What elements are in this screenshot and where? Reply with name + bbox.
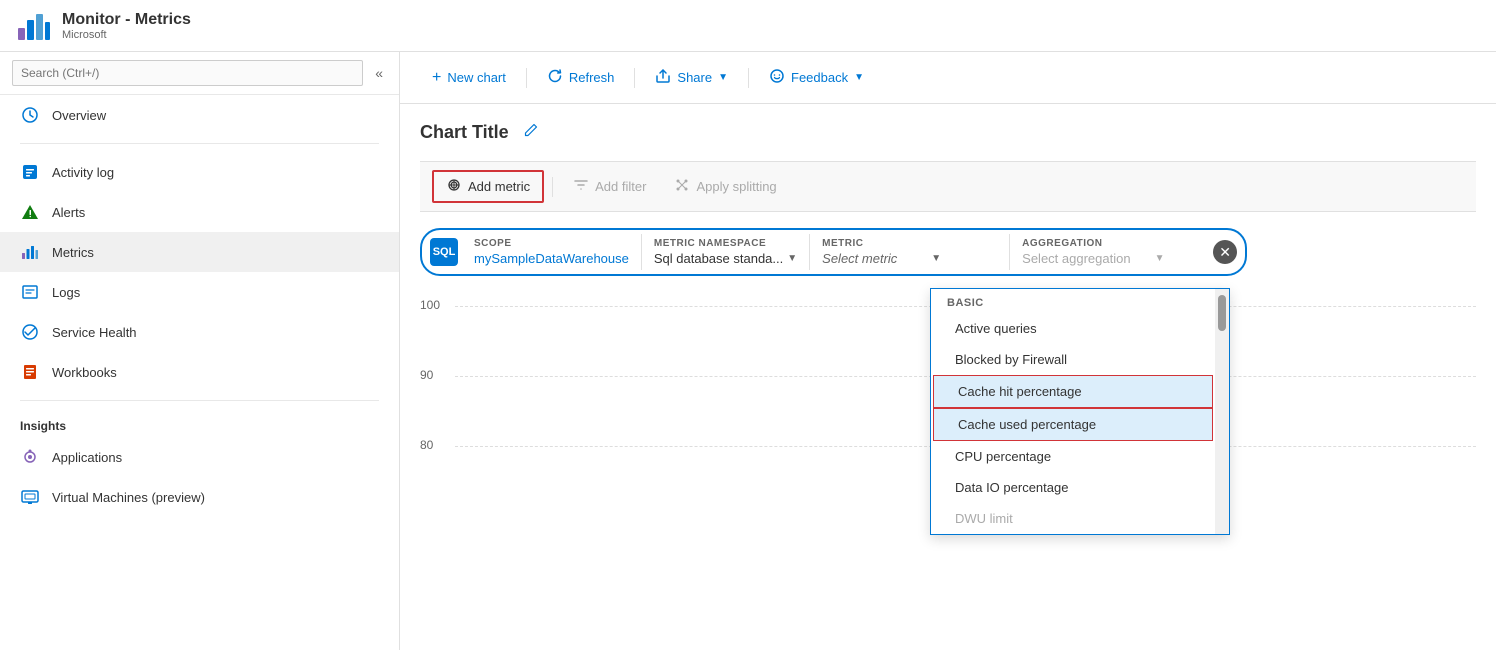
y-axis-100: 100 <box>420 298 440 312</box>
content-area: + New chart Refresh Share ▼ <box>400 52 1496 650</box>
metric-section: METRIC Select metric ▼ <box>809 234 1009 270</box>
alerts-icon <box>20 202 40 222</box>
metric-toolbar: Add metric Add filter Apply splitting <box>420 161 1476 212</box>
nav-divider-1 <box>20 143 379 144</box>
sidebar-item-alerts[interactable]: Alerts <box>0 192 399 232</box>
share-button[interactable]: Share ▼ <box>643 62 740 93</box>
app-logo: Monitor - Metrics Microsoft <box>16 8 191 44</box>
nav-divider-2 <box>20 400 379 401</box>
toolbar-sep-1 <box>526 68 527 88</box>
add-filter-icon <box>573 177 589 196</box>
virtual-machines-icon <box>20 487 40 507</box>
app-logo-icon <box>16 8 52 44</box>
sidebar-item-label-workbooks: Workbooks <box>52 365 117 380</box>
scope-row: SQL SCOPE mySampleDataWarehouse METRIC N… <box>420 228 1247 276</box>
metric-toolbar-sep <box>552 177 553 197</box>
metric-dropdown: BASIC Active queries Blocked by Firewall… <box>930 288 1230 535</box>
content-toolbar: + New chart Refresh Share ▼ <box>400 52 1496 104</box>
dropdown-item-active-queries[interactable]: Active queries <box>931 313 1215 344</box>
dropdown-item-dwu-limit[interactable]: DWU limit <box>931 503 1215 534</box>
sidebar: « Overview Activity log <box>0 52 400 650</box>
chart-area: Chart Title Add metric <box>400 104 1496 650</box>
new-chart-button[interactable]: + New chart <box>420 63 518 93</box>
dropdown-item-data-io-percentage[interactable]: Data IO percentage <box>931 472 1215 503</box>
plus-icon: + <box>432 69 441 87</box>
applications-icon <box>20 447 40 467</box>
logs-icon <box>20 282 40 302</box>
metrics-icon <box>20 242 40 262</box>
dropdown-item-cache-used-percentage[interactable]: Cache used percentage <box>933 408 1213 441</box>
sidebar-item-applications[interactable]: Applications <box>0 437 399 477</box>
share-icon <box>655 68 671 87</box>
add-metric-button[interactable]: Add metric <box>432 170 544 203</box>
main-layout: « Overview Activity log <box>0 52 1496 650</box>
app-title-block: Monitor - Metrics Microsoft <box>62 11 191 41</box>
sidebar-item-metrics[interactable]: Metrics <box>0 232 399 272</box>
sidebar-item-activity-log[interactable]: Activity log <box>0 152 399 192</box>
dropdown-item-cache-hit-percentage[interactable]: Cache hit percentage <box>933 375 1213 408</box>
app-subtitle: Microsoft <box>62 29 191 41</box>
app-header: Monitor - Metrics Microsoft <box>0 0 1496 52</box>
refresh-button[interactable]: Refresh <box>535 62 627 93</box>
sidebar-item-label-virtual-machines: Virtual Machines (preview) <box>52 490 205 505</box>
toolbar-sep-2 <box>634 68 635 88</box>
collapse-button[interactable]: « <box>371 61 387 85</box>
sidebar-item-workbooks[interactable]: Workbooks <box>0 352 399 392</box>
aggregation-section: AGGREGATION Select aggregation ▼ <box>1009 234 1209 270</box>
metric-namespace-select[interactable]: Sql database standa... ▼ <box>654 251 797 266</box>
add-filter-button[interactable]: Add filter <box>561 172 658 201</box>
y-axis-80: 80 <box>420 438 433 452</box>
y-axis-90: 90 <box>420 368 433 382</box>
dropdown-scroll-thumb[interactable] <box>1218 295 1226 331</box>
insights-section-label: Insights <box>0 409 399 437</box>
aggregation-chevron: ▼ <box>1155 253 1165 264</box>
dropdown-item-blocked-by-firewall[interactable]: Blocked by Firewall <box>931 344 1215 375</box>
share-chevron-icon: ▼ <box>718 72 728 83</box>
sidebar-nav: Overview Activity log Alerts <box>0 95 399 650</box>
aggregation-select[interactable]: Select aggregation ▼ <box>1022 251 1197 266</box>
activity-log-icon <box>20 162 40 182</box>
scope-sql-icon: SQL <box>430 238 458 266</box>
metric-namespace-section: METRIC NAMESPACE Sql database standa... … <box>641 234 809 270</box>
sidebar-item-label-activity-log: Activity log <box>52 165 114 180</box>
metric-chevron: ▼ <box>931 253 941 264</box>
overview-icon <box>20 105 40 125</box>
edit-title-button[interactable] <box>517 120 545 145</box>
feedback-chevron-icon: ▼ <box>854 72 864 83</box>
dropdown-item-cpu-percentage[interactable]: CPU percentage <box>931 441 1215 472</box>
search-input[interactable] <box>12 60 363 86</box>
sidebar-item-service-health[interactable]: Service Health <box>0 312 399 352</box>
metric-namespace-chevron: ▼ <box>787 253 797 264</box>
toolbar-sep-3 <box>748 68 749 88</box>
add-metric-icon <box>446 177 462 196</box>
refresh-icon <box>547 68 563 87</box>
sidebar-item-label-metrics: Metrics <box>52 245 94 260</box>
scope-section: SCOPE mySampleDataWarehouse <box>462 234 641 270</box>
sidebar-item-label-logs: Logs <box>52 285 80 300</box>
app-title: Monitor - Metrics <box>62 11 191 29</box>
apply-splitting-icon <box>674 177 690 196</box>
service-health-icon <box>20 322 40 342</box>
chart-title-row: Chart Title <box>420 120 1476 145</box>
chart-title: Chart Title <box>420 122 509 143</box>
dropdown-section-basic: BASIC <box>931 289 1215 313</box>
metric-select[interactable]: Select metric ▼ <box>822 251 997 266</box>
feedback-icon <box>769 68 785 87</box>
sidebar-item-virtual-machines[interactable]: Virtual Machines (preview) <box>0 477 399 517</box>
sidebar-item-logs[interactable]: Logs <box>0 272 399 312</box>
workbooks-icon <box>20 362 40 382</box>
sidebar-item-label-overview: Overview <box>52 108 106 123</box>
sidebar-item-label-applications: Applications <box>52 450 122 465</box>
scope-value[interactable]: mySampleDataWarehouse <box>474 251 629 266</box>
apply-splitting-button[interactable]: Apply splitting <box>662 172 788 201</box>
sidebar-item-label-alerts: Alerts <box>52 205 85 220</box>
scope-close-button[interactable]: ✕ <box>1213 240 1237 264</box>
dropdown-scrollbar[interactable] <box>1215 289 1229 534</box>
feedback-button[interactable]: Feedback ▼ <box>757 62 876 93</box>
dropdown-content: BASIC Active queries Blocked by Firewall… <box>931 289 1215 534</box>
sidebar-item-overview[interactable]: Overview <box>0 95 399 135</box>
sidebar-item-label-service-health: Service Health <box>52 325 137 340</box>
sidebar-search-container: « <box>0 52 399 95</box>
